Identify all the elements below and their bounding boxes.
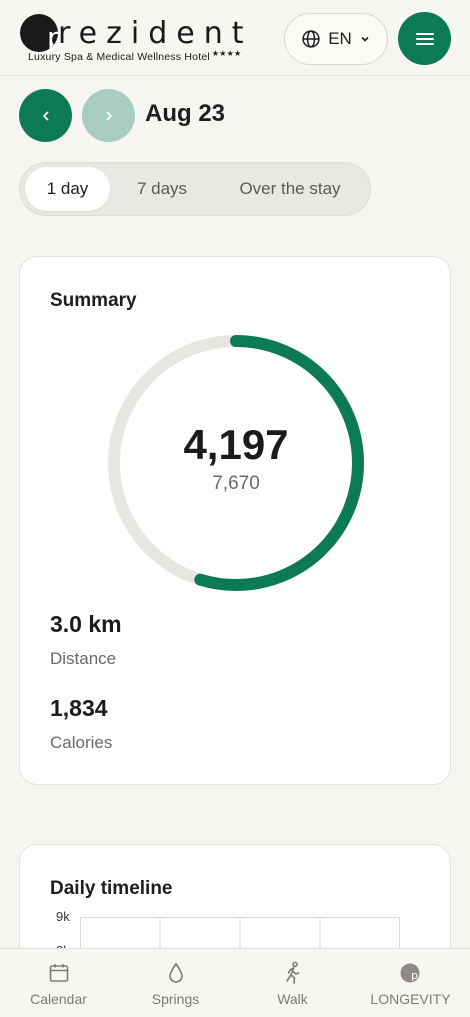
chevron-left-icon [42,111,48,120]
nav-item-walk[interactable]: Walk [234,949,351,1017]
period-tabs: 1 day 7 days Over the stay [19,162,371,216]
distance-value: 3.0 km [50,611,122,637]
y-axis-tick-top: 9k [56,909,70,924]
summary-card: Summary 4,197 7,670 3.0 km Distance 1,83… [19,256,451,785]
hotel-logo[interactable]: p rezident Luxury Spa & Medical Wellness… [20,14,252,64]
chevron-right-icon [106,111,112,120]
droplet-icon [164,961,188,985]
nav-item-calendar[interactable]: Calendar [0,949,117,1017]
hamburger-icon [415,32,434,45]
calories-label: Calories [50,733,113,752]
nav-label-walk: Walk [277,991,308,1007]
nav-label-longevity: LONGEVITY [370,991,451,1007]
timeline-title: Daily timeline [50,878,173,899]
calories-value: 1,834 [50,695,108,721]
current-date: Aug 23 [145,100,226,127]
language-selector[interactable]: EN [284,13,388,65]
next-day-button[interactable] [82,89,135,142]
app-header: p rezident Luxury Spa & Medical Wellness… [0,0,470,76]
steps-goal: 7,670 [212,473,260,494]
previous-day-button[interactable] [19,89,72,142]
calendar-icon [47,961,71,985]
language-code: EN [328,29,352,48]
bottom-navigation: Calendar Springs Walk p LONGEVITY [0,948,470,1017]
steps-count: 4,197 [183,421,289,468]
hotel-stars: ★★★★ [211,49,242,58]
distance-label: Distance [50,649,117,668]
svg-text:p: p [411,969,418,982]
tagline-text: Luxury Spa & Medical Wellness Hotel [28,51,210,63]
tab-over-the-stay[interactable]: Over the stay [216,167,364,211]
nav-label-calendar: Calendar [30,991,87,1007]
menu-button[interactable] [398,12,451,65]
nav-item-springs[interactable]: Springs [117,949,234,1017]
walking-person-icon [281,961,305,985]
chevron-down-icon [361,36,369,42]
longevity-logo-icon: p [399,961,423,985]
globe-icon [302,30,320,48]
summary-title: Summary [50,290,137,311]
logo-tagline: Luxury Spa & Medical Wellness Hotel ★★★★ [28,49,242,63]
nav-label-springs: Springs [151,991,200,1007]
nav-item-longevity[interactable]: p LONGEVITY [352,949,469,1017]
logo-wordmark: rezident [58,16,253,51]
tab-7-days[interactable]: 7 days [118,167,206,211]
tab-1-day[interactable]: 1 day [25,167,110,211]
